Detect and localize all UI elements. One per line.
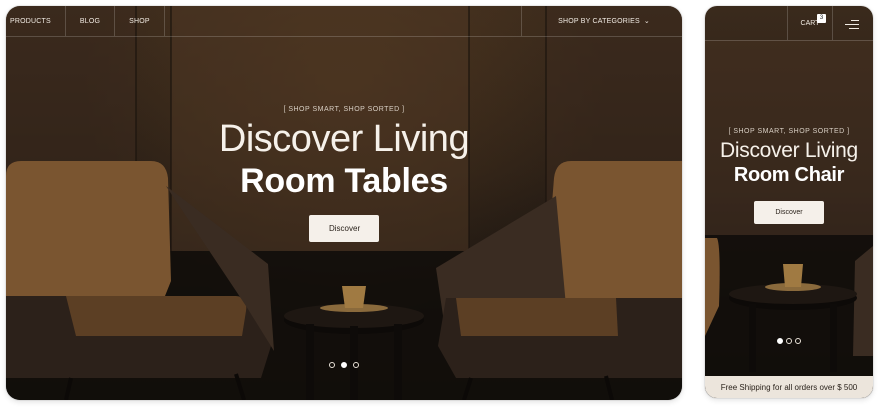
mobile-preview: CART 3 [ SHOP SMART, SHOP SORTED ] Disco…: [705, 6, 873, 398]
desktop-slider-dots: [6, 362, 682, 368]
mobile-hero-content: [ SHOP SMART, SHOP SORTED ] Discover Liv…: [705, 128, 873, 224]
discover-button[interactable]: Discover: [309, 215, 379, 242]
nav-shop-link[interactable]: SHOP: [115, 6, 165, 36]
mobile-slider-dots: [705, 338, 873, 344]
desktop-hero-content: [ SHOP SMART, SHOP SORTED ] Discover Liv…: [6, 106, 682, 242]
free-shipping-bar: Free Shipping for all orders over $ 500: [705, 376, 873, 398]
slider-dot-3[interactable]: [353, 362, 359, 368]
slider-dot-1[interactable]: [777, 338, 783, 344]
shop-by-categories-label: SHOP BY CATEGORIES: [558, 17, 640, 25]
cart-button[interactable]: CART 3: [787, 6, 833, 40]
slider-dot-1[interactable]: [329, 362, 335, 368]
nav-products-link[interactable]: PRODUCTS: [6, 6, 66, 36]
desktop-top-nav: PRODUCTS BLOG SHOP SHOP BY CATEGORIES ⌄: [6, 6, 682, 37]
desktop-preview: PRODUCTS BLOG SHOP SHOP BY CATEGORIES ⌄ …: [6, 6, 682, 400]
hero-tagline: [ SHOP SMART, SHOP SORTED ]: [283, 106, 405, 113]
screenshot-stage: PRODUCTS BLOG SHOP SHOP BY CATEGORIES ⌄ …: [0, 0, 880, 408]
chevron-down-icon: ⌄: [643, 18, 650, 25]
mobile-top-nav: CART 3: [705, 6, 873, 41]
nav-shop-by-categories-dropdown[interactable]: SHOP BY CATEGORIES ⌄: [521, 6, 682, 36]
nav-blog-link[interactable]: BLOG: [66, 6, 116, 36]
slider-dot-3[interactable]: [795, 338, 801, 344]
slider-dot-2[interactable]: [341, 362, 347, 368]
slider-dot-2[interactable]: [786, 338, 792, 344]
hero-title-bold: Room Chair: [733, 164, 845, 186]
discover-button[interactable]: Discover: [754, 201, 824, 224]
cart-count-badge: 3: [817, 14, 826, 23]
hero-title-light: Discover Living: [720, 139, 858, 162]
menu-icon[interactable]: [845, 19, 859, 29]
hero-title-light: Discover Living: [218, 118, 470, 160]
hero-tagline: [ SHOP SMART, SHOP SORTED ]: [728, 128, 850, 135]
hero-title-bold: Room Tables: [240, 162, 448, 200]
